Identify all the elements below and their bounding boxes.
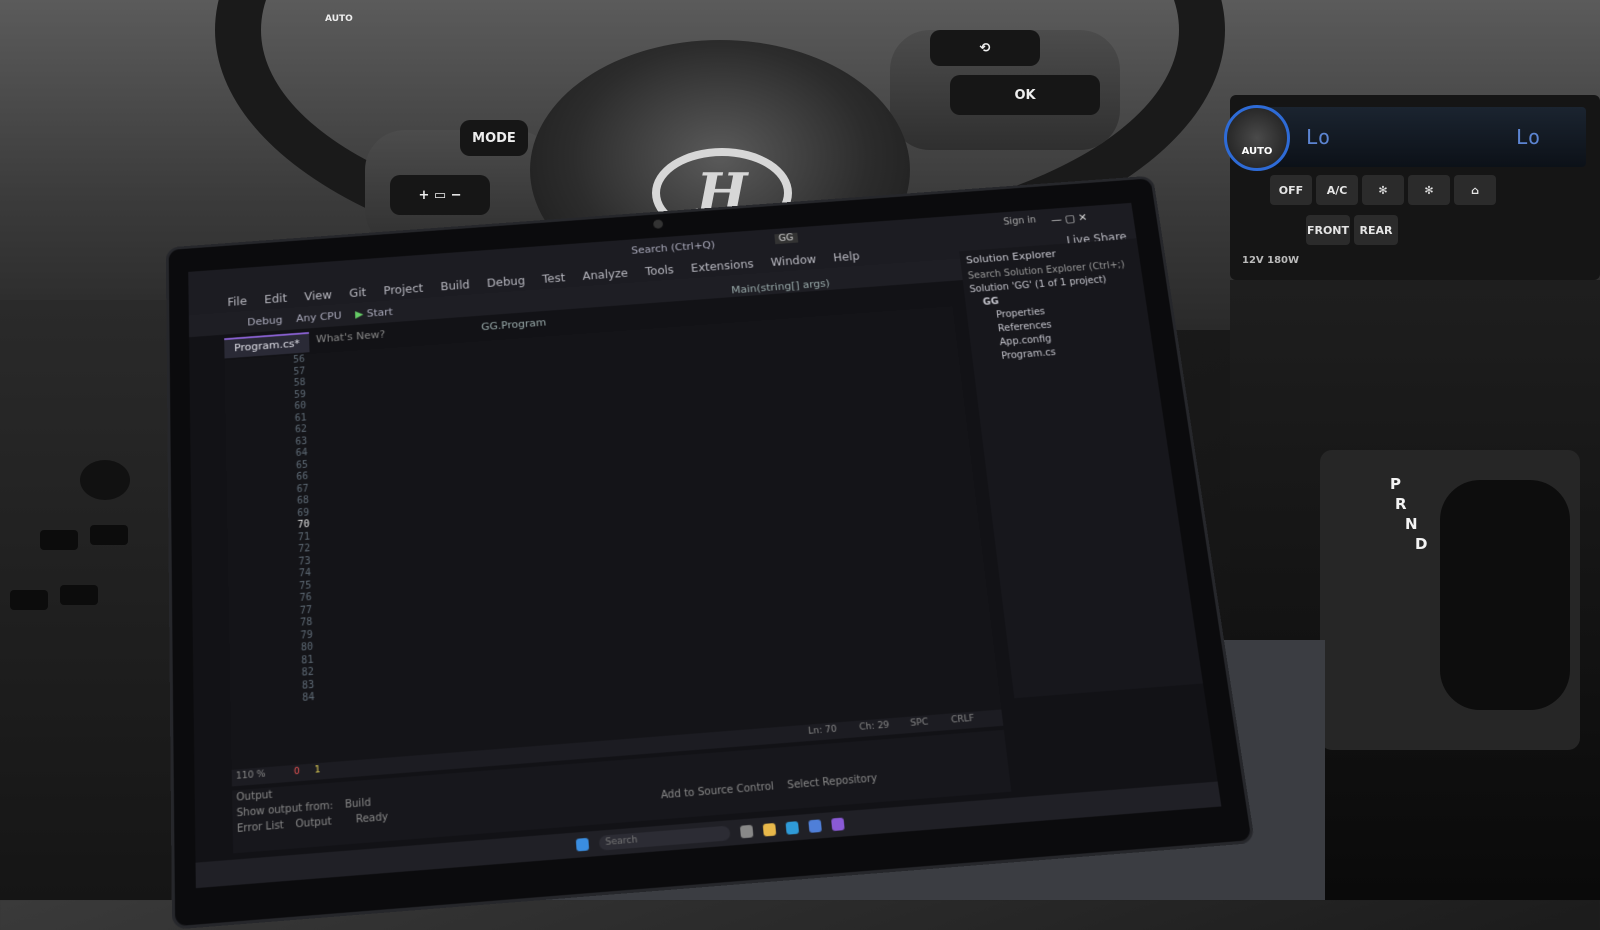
laptop: Search (Ctrl+Q) GG Sign in — ▢ ✕ File Ed… — [165, 175, 1256, 930]
voice-button: ⟲ — [930, 30, 1040, 66]
gear-n: N — [1405, 515, 1418, 533]
left-temp: Lo — [1306, 125, 1331, 149]
start-label: Start — [366, 305, 394, 320]
task-view-icon[interactable] — [739, 824, 754, 839]
menu-build[interactable]: Build — [440, 275, 470, 297]
menu-tools[interactable]: Tools — [645, 260, 675, 282]
volume-rocker: + ▭ − — [390, 175, 490, 215]
menu-file[interactable]: File — [227, 291, 247, 312]
config-dropdown[interactable]: Debug — [247, 313, 282, 327]
store-icon[interactable] — [808, 819, 822, 833]
tab-output[interactable]: Output — [295, 816, 332, 830]
file-explorer-icon[interactable] — [762, 822, 777, 837]
window-switch — [40, 530, 78, 550]
start-button[interactable]: ▶ Start — [355, 305, 393, 320]
usb-label: 12V 180W — [1242, 255, 1300, 266]
tab-whats-new[interactable]: What's New? — [316, 328, 386, 345]
laptop-screen: Search (Ctrl+Q) GG Sign in — ▢ ✕ File Ed… — [188, 202, 1222, 889]
menu-test[interactable]: Test — [542, 268, 566, 289]
taskbar-search[interactable]: Search — [598, 825, 731, 851]
webcam — [653, 219, 664, 229]
window-controls[interactable]: — ▢ ✕ — [1050, 212, 1087, 226]
menu-git[interactable]: Git — [349, 282, 367, 303]
fan-speed-button: ✻ — [1408, 175, 1450, 205]
cruise-rocker: OK — [950, 75, 1100, 115]
class-nav[interactable]: GG.Program — [481, 316, 547, 333]
gear-r: R — [1395, 495, 1407, 513]
window-switch — [10, 590, 48, 610]
window-switch — [60, 585, 98, 605]
error-count[interactable]: 0 — [294, 767, 300, 778]
mirror-control — [80, 460, 130, 500]
menu-edit[interactable]: Edit — [264, 288, 287, 310]
climate-display: Lo Lo — [1246, 107, 1586, 167]
code-editor[interactable]: 56 57 58 59 60 61 62 63 64 65 66 67 68 6… — [224, 306, 1002, 770]
ready-status: Ready — [355, 811, 389, 826]
gear-d: D — [1415, 535, 1428, 553]
col-indicator: Ch: 29 — [858, 720, 890, 733]
right-temp: Lo — [1516, 125, 1541, 149]
output-source-dropdown[interactable]: Build — [345, 797, 371, 811]
sign-in-link[interactable]: Sign in — [1003, 215, 1037, 227]
solution-explorer: Solution Explorer Search Solution Explor… — [959, 238, 1203, 699]
platform-dropdown[interactable]: Any CPU — [296, 309, 342, 324]
menu-help[interactable]: Help — [832, 246, 861, 268]
auto-label: AUTO — [1241, 146, 1273, 157]
auto-knob: AUTO — [1224, 105, 1290, 171]
line-ending-indicator: CRLF — [950, 713, 976, 726]
shift-boot — [1440, 480, 1570, 710]
visual-studio-icon[interactable] — [831, 817, 845, 832]
fan-button: ✻ — [1362, 175, 1404, 205]
auto-hold-label: AUTO — [325, 14, 353, 24]
whitespace-indicator: SPC — [909, 717, 929, 729]
gear-p: P — [1390, 475, 1401, 493]
off-button: OFF — [1270, 175, 1312, 205]
project-tag: GG — [774, 232, 798, 245]
front-defrost-button: FRONT — [1306, 215, 1350, 245]
line-numbers: 56 57 58 59 60 61 62 63 64 65 66 67 68 6… — [225, 354, 325, 770]
climate-panel: Lo Lo AUTO OFF A/C ✻ ✻ ⌂ FRONT REAR 12V … — [1224, 95, 1600, 280]
menu-view[interactable]: View — [304, 285, 332, 307]
start-menu-icon[interactable] — [575, 837, 590, 852]
zoom-level[interactable]: 110 % — [236, 769, 266, 782]
ac-button: A/C — [1316, 175, 1358, 205]
line-indicator: Ln: 70 — [807, 724, 838, 737]
search-box[interactable]: Search (Ctrl+Q) — [631, 239, 716, 257]
edge-icon[interactable] — [785, 821, 800, 835]
gear-shifter: P R N D — [1320, 450, 1580, 750]
warning-count[interactable]: 1 — [314, 765, 320, 776]
rear-defrost-button: REAR — [1354, 215, 1398, 245]
tab-error-list[interactable]: Error List — [237, 820, 284, 835]
seat-button: ⌂ — [1454, 175, 1496, 205]
window-switch — [90, 525, 128, 545]
mode-button: MODE — [460, 120, 528, 156]
